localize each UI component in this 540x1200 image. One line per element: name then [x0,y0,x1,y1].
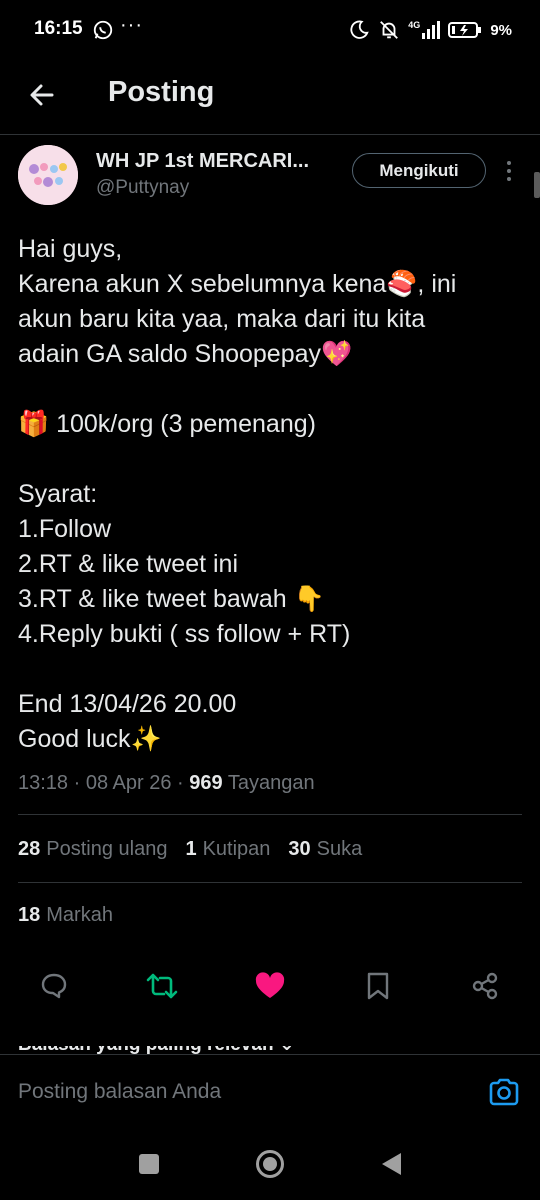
author-handle[interactable]: @Puttynay [96,177,189,199]
tweet-line: 🎁 100k/org (3 pemenang) [18,410,316,438]
following-button[interactable]: Mengikuti [352,153,486,188]
comment-icon [41,973,67,999]
battery-icon [448,22,482,38]
reposts-count: 28 [18,838,41,860]
reply-input[interactable]: Posting balasan Anda [18,1080,221,1104]
likes-stat[interactable]: 30 Suka [288,838,362,861]
tweet-line: Syarat: [18,480,98,508]
tweet-text: Hai guys, Karena akun X sebelumnya kena🍣… [18,232,523,757]
signal-icon: 4G [408,20,441,39]
tweet-date: 08 Apr 26 [85,772,172,794]
bell-muted-icon [380,21,399,39]
replies-sort-label: Balasan yang paling relevan ⌄ [18,1046,295,1054]
tweet-line: End 13/04/26 20.00 [18,690,237,718]
tweet-line: 2.RT & like tweet ini [18,550,239,578]
arrow-left-icon[interactable] [26,79,58,111]
like-button[interactable] [252,968,288,1004]
bookmarks-label: Markah [46,904,113,926]
battery-percent: 9% [490,21,512,39]
scrollbar-thumb[interactable] [534,172,540,198]
bookmarks-stat[interactable]: 18 Markah [18,904,113,927]
tweet-line: 4.Reply bukti ( ss follow + RT) [18,620,351,648]
likes-count: 30 [288,838,311,860]
meta-divider [18,814,522,815]
tweet-line: Karena akun X sebelumnya kena🍣, ini [18,270,457,298]
bookmark-icon [367,972,389,1000]
network-type: 4G [408,20,421,30]
status-time: 16:15 [34,18,83,39]
system-back-button[interactable] [380,1151,404,1177]
tweet-line: adain GA saldo Shoopepay💖 [18,340,353,368]
replies-sort-header[interactable]: Balasan yang paling relevan ⌄ [18,1046,418,1054]
top-app-bar: Posting [0,62,540,134]
tweet-line: Good luck✨ [18,725,162,753]
views-count: 969 [189,772,223,794]
avatar[interactable] [18,145,78,205]
status-bar: 16:15 ··· 4G 9% [0,0,540,62]
stats-divider [18,882,522,883]
status-more-icon: ··· [120,14,143,36]
tweet-meta: 13:18 · 08 Apr 26 · 969 Tayangan [18,772,315,794]
quotes-stat[interactable]: 1 Kutipan [185,838,270,861]
header-divider [0,134,540,135]
whatsapp-icon [93,20,113,40]
reposts-stat[interactable]: 28 Posting ulang [18,838,167,861]
author-name[interactable]: WH JP 1st MERCARI... [96,150,309,173]
home-button[interactable] [255,1149,285,1179]
tweet-line [18,442,523,477]
engagement-stats: 28 Posting ulang 1 Kutipan 30 Suka [18,838,362,861]
vertical-dots-icon[interactable] [500,160,518,182]
likes-label: Suka [316,838,363,860]
quotes-count: 1 [185,838,197,860]
heart-icon [255,972,285,998]
tweet-line: 1.Follow [18,515,112,543]
bookmark-button[interactable] [360,968,396,1004]
reposts-label: Posting ulang [46,838,168,860]
tweet-line [18,372,523,407]
camera-icon[interactable] [487,1075,521,1109]
repost-button[interactable] [144,968,180,1004]
tweet-line: Hai guys, [18,235,123,263]
recent-apps-button[interactable] [139,1154,159,1174]
tweet-line [18,652,523,687]
quotes-label: Kutipan [202,838,271,860]
tweet-time: 13:18 [18,772,69,794]
status-right: 4G 9% [348,17,512,43]
moon-icon [350,20,370,39]
bookmarks-count: 18 [18,904,41,926]
views-label: Tayangan [227,772,315,794]
page-title: Posting [108,76,215,108]
spacer [18,944,522,945]
share-button[interactable] [467,968,503,1004]
tweet-line: 3.RT & like tweet bawah 👇 [18,585,325,613]
reply-button[interactable] [36,968,72,1004]
tweet-line: akun baru kita yaa, maka dari itu kita [18,305,426,333]
repost-icon [146,973,178,999]
share-icon [472,972,498,1000]
avatar-logo [18,145,78,205]
